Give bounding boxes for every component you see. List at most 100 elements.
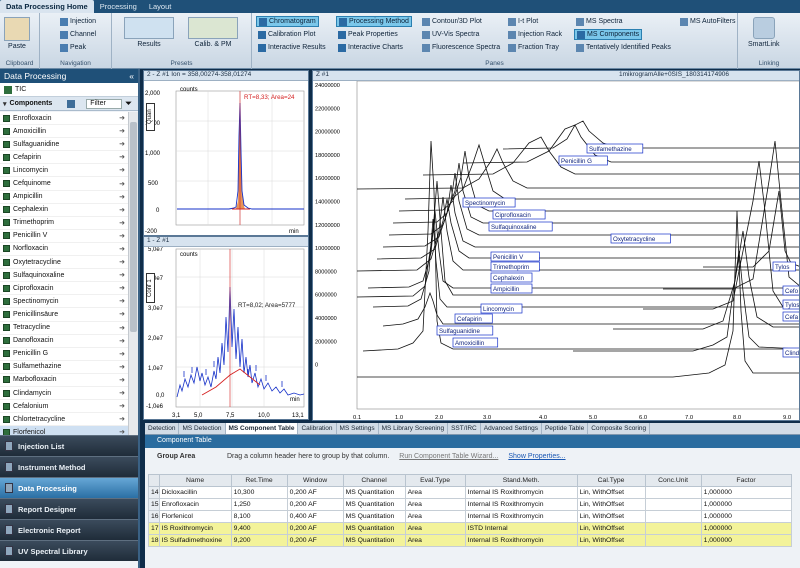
filter-funnel-icon[interactable]: ⏷ xyxy=(125,99,131,109)
table-cell-stand-meth[interactable]: Internal IS Roxithromycin xyxy=(464,498,578,511)
tab-detection[interactable]: Detection xyxy=(145,423,180,434)
peak-label-cefa[interactable]: Cefa xyxy=(782,311,800,322)
table-cell-name[interactable]: Dicloxacillin xyxy=(158,486,232,499)
component-item-amoxicillin[interactable]: Amoxicillin ➜ xyxy=(0,125,128,139)
column-header-eval-type[interactable]: Eval.Type xyxy=(404,474,466,487)
column-header-ret-time[interactable]: Ret.Time xyxy=(230,474,288,487)
tab-advanced-settings[interactable]: Advanced Settings xyxy=(481,423,542,434)
tab-processing[interactable]: Processing xyxy=(94,0,143,13)
pane-ms-spectra-button[interactable]: MS Spectra xyxy=(574,16,625,27)
pane-fraction-tray-button[interactable]: Fraction Tray xyxy=(506,42,561,53)
table-cell-name[interactable]: Florfenicol xyxy=(158,510,232,523)
table-cell-eval-type[interactable]: Area xyxy=(404,522,466,535)
tab-calibration[interactable]: Calibration xyxy=(298,423,337,434)
table-cell-cal-type[interactable]: Lin, WithOffset xyxy=(576,486,646,499)
pane-interactive-results-button[interactable]: Interactive Results xyxy=(256,42,328,53)
column-header-index[interactable] xyxy=(148,474,160,487)
conf-chromatogram-pane[interactable]: 1 - Z #1 5,0e7 4,0e7 3,0e7 2,0e7 1,0e7 0… xyxy=(143,236,309,420)
table-cell-conc-unit[interactable] xyxy=(644,486,702,499)
nav-injection-button[interactable]: Injection xyxy=(58,16,98,27)
peak-label-ciprofloxacin[interactable]: Ciprofloxacin xyxy=(492,209,546,220)
peak-label-spectinomycin[interactable]: Spectinomycin xyxy=(462,197,516,208)
filter-input[interactable]: Filter xyxy=(86,98,123,109)
table-cell-channel[interactable]: MS Quantitation xyxy=(342,486,406,499)
table-cell-ret-time[interactable]: 10,300 xyxy=(230,486,288,499)
table-cell-window[interactable]: 0,200 AF xyxy=(286,534,344,547)
peak-label-cephalexin[interactable]: Cephalexin xyxy=(490,272,533,283)
show-properties-link[interactable]: Show Properties... xyxy=(508,453,565,460)
components-scrollbar[interactable] xyxy=(128,112,138,454)
tab-ms-library-screening[interactable]: MS Library Screening xyxy=(379,423,449,434)
component-item-cephalexin[interactable]: Cephalexin ➜ xyxy=(0,204,128,217)
component-item-norfloxacin[interactable]: Norfloxacin ➜ xyxy=(0,243,128,257)
scrollbar-thumb[interactable] xyxy=(130,122,137,332)
column-header-name[interactable]: Name xyxy=(158,474,232,487)
table-cell-window[interactable]: 0,400 AF xyxy=(286,510,344,523)
collapse-arrow-icon[interactable]: ▾ xyxy=(3,100,7,108)
pane-ms-components-button[interactable]: MS Components xyxy=(574,29,643,40)
table-cell-ret-time[interactable]: 1,250 xyxy=(230,498,288,511)
component-item-ciprofloxacin[interactable]: Ciprofloxacin ➜ xyxy=(0,282,128,296)
component-item-sulfamethazine[interactable]: Sulfamethazine ➜ xyxy=(0,361,128,374)
column-header-conc-unit[interactable]: Conc.Unit xyxy=(644,474,702,487)
column-header-factor[interactable]: Factor xyxy=(700,474,792,487)
component-item-cefalonium[interactable]: Cefalonium ➜ xyxy=(0,400,128,414)
table-cell-factor[interactable]: 1,000000 xyxy=(700,498,792,511)
peak-label-sulfaguanidine[interactable]: Sulfaguanidine xyxy=(436,325,494,336)
table-row[interactable]: 16 Florfenicol 8,100 0,400 AF MS Quantitatio… xyxy=(148,510,792,523)
component-item-cefquinome[interactable]: Cefquinome ➜ xyxy=(0,177,128,191)
table-cell-ret-time[interactable]: 9,200 xyxy=(230,534,288,547)
pane-it-plot-button[interactable]: I-t Plot xyxy=(506,16,540,27)
paste-button[interactable]: Paste xyxy=(4,17,30,50)
table-row[interactable]: 18 IS Sulfadimethoxine 9,200 0,200 AF MS Qua… xyxy=(148,534,792,547)
tab-data-processing-home[interactable]: Data Processing Home xyxy=(0,0,94,13)
peak-label-penicillin-v[interactable]: Penicillin V xyxy=(490,251,540,262)
component-item-danofloxacin[interactable]: Danofloxacin ➜ xyxy=(0,335,128,348)
pane-peak-properties-button[interactable]: Peak Properties xyxy=(336,29,400,40)
component-item-penicillins-ure[interactable]: Penicillinsäure ➜ xyxy=(0,308,128,322)
table-row[interactable]: 17 IS Roxithromycin 9,400 0,200 AF MS Quanti… xyxy=(148,522,792,535)
table-cell-factor[interactable]: 1,000000 xyxy=(700,486,792,499)
nav-instrument-method[interactable]: Instrument Method xyxy=(0,456,138,477)
table-cell-cal-type[interactable]: Lin, WithOffset xyxy=(576,534,646,547)
pane-tentatively-identified-peaks-button[interactable]: Tentatively Identified Peaks xyxy=(574,42,673,53)
pane-injection-rack-button[interactable]: Injection Rack xyxy=(506,29,564,40)
table-cell-channel[interactable]: MS Quantitation xyxy=(342,498,406,511)
table-cell-window[interactable]: 0,200 AF xyxy=(286,498,344,511)
pane-calibration-plot-button[interactable]: Calibration Plot xyxy=(256,29,317,40)
table-cell-window[interactable]: 0,200 AF xyxy=(286,522,344,535)
tab-composite-scoring[interactable]: Composite Scoring xyxy=(588,423,651,434)
nav-channel-button[interactable]: Channel xyxy=(58,29,98,40)
table-cell-channel[interactable]: MS Quantitation xyxy=(342,522,406,535)
peak-label-ampicillin[interactable]: Ampicillin xyxy=(490,283,533,294)
tab-ms-component-table[interactable]: MS Component Table xyxy=(225,423,299,434)
pane-chromatogram-button[interactable]: Chromatogram xyxy=(256,16,319,27)
table-cell-conc-unit[interactable] xyxy=(644,522,702,535)
table-cell-eval-type[interactable]: Area xyxy=(404,534,466,547)
table-cell-eval-type[interactable]: Area xyxy=(404,498,466,511)
table-cell-name[interactable]: IS Roxithromycin xyxy=(158,522,232,535)
table-cell-channel[interactable]: MS Quantitation xyxy=(342,510,406,523)
peak-label-clinda[interactable]: Clinda xyxy=(782,347,800,358)
nav-data-processing[interactable]: Data Processing xyxy=(0,477,138,498)
component-item-penicillin-v[interactable]: Penicillin V ➜ xyxy=(0,230,128,243)
component-item-spectinomycin[interactable]: Spectinomycin ➜ xyxy=(0,295,128,309)
table-cell-stand-meth[interactable]: Internal IS Roxithromycin xyxy=(464,486,578,499)
nav-peak-button[interactable]: Peak xyxy=(58,42,88,53)
nav-report-designer[interactable]: Report Designer xyxy=(0,498,138,519)
table-cell-stand-meth[interactable]: ISTD Internal xyxy=(464,522,578,535)
table-cell-factor[interactable]: 1,000000 xyxy=(700,534,792,547)
component-item-enrofloxacin[interactable]: Enrofloxacin ➜ xyxy=(0,112,128,126)
component-item-marbofloxacin[interactable]: Marbofloxacin ➜ xyxy=(0,374,128,387)
table-cell-factor[interactable]: 1,000000 xyxy=(700,522,792,535)
nav-uv-spectral-library[interactable]: UV Spectral Library xyxy=(0,540,138,561)
tab-ms-detection[interactable]: MS Detection xyxy=(179,423,226,434)
table-cell-cal-type[interactable]: Lin, WithOffset xyxy=(576,498,646,511)
table-cell-eval-type[interactable]: Area xyxy=(404,510,466,523)
component-item-penicillin-g[interactable]: Penicillin G ➜ xyxy=(0,348,128,361)
table-cell-name[interactable]: Enrofloxacin xyxy=(158,498,232,511)
pane-fluorescence-spectra-button[interactable]: Fluorescence Spectra xyxy=(420,42,502,53)
column-header-stand-meth[interactable]: Stand.Meth. xyxy=(464,474,578,487)
peak-label-sulfaquinoxaline[interactable]: Sulfaquinoxaline xyxy=(488,221,553,232)
tab-peptide-table[interactable]: Peptide Table xyxy=(542,423,589,434)
